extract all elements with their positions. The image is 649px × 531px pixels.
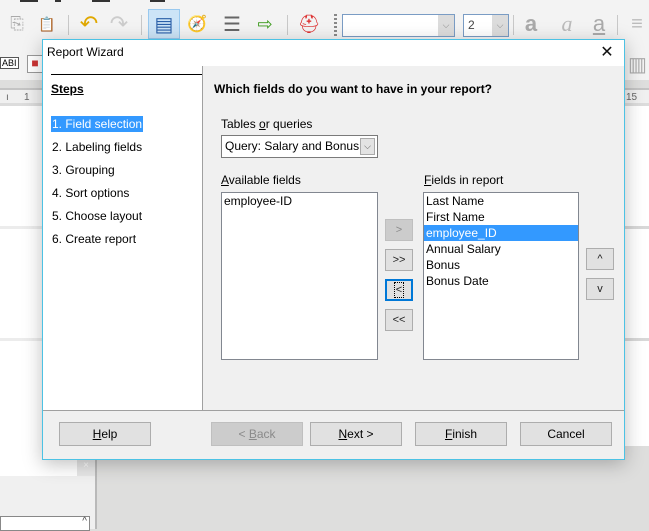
help-button[interactable]: Help (59, 422, 151, 446)
toolbar-separator (617, 15, 618, 35)
italic-icon[interactable]: a (554, 11, 580, 37)
ruler-tick: ı (6, 92, 9, 103)
redo-icon[interactable]: ↷ (106, 11, 132, 37)
step-field-selection[interactable]: 1. Field selection (51, 116, 144, 132)
available-fields-label: Available fields (221, 173, 301, 187)
label-text: ields in report (431, 173, 504, 187)
report-wizard-dialog: Report Wizard ✕ Steps 1. Field selection… (42, 39, 625, 460)
steps-divider (51, 74, 202, 75)
bold-icon[interactable]: a (518, 11, 544, 37)
button-mnemonic: F (444, 427, 453, 441)
close-icon[interactable]: ✕ (596, 43, 618, 63)
button-mnemonic: H (92, 427, 102, 441)
toolbar-separator (513, 15, 514, 35)
move-up-button[interactable]: ^ (586, 248, 614, 270)
toolbar-separator (287, 15, 288, 35)
chart-icon[interactable]: ▥ (628, 52, 647, 77)
align-icon[interactable]: ≡ (624, 11, 649, 37)
toolbar-separator (68, 15, 69, 35)
footer-divider (43, 410, 624, 411)
button-label: inish (452, 427, 478, 441)
page-break (624, 338, 649, 341)
form-icon[interactable]: ☰ (219, 11, 245, 37)
list-item-selected[interactable]: employee_ID (424, 225, 578, 241)
move-down-button[interactable]: v (586, 278, 614, 300)
toolbar-grip[interactable] (334, 14, 337, 36)
menu-underline (92, 0, 110, 2)
label-text: r queries (265, 117, 313, 131)
form-control-icon[interactable]: ■ (27, 55, 43, 73)
menu-underline (150, 0, 165, 2)
button-label: ext > (347, 427, 374, 441)
button-mnemonic: B (248, 427, 257, 441)
help-lifebuoy-icon[interactable]: ⛑ (296, 11, 322, 37)
label-text: Tables (221, 117, 260, 131)
list-item[interactable]: employee-ID (222, 193, 377, 209)
add-all-fields-button[interactable]: >> (385, 249, 413, 271)
document-page-right (624, 106, 649, 446)
list-item[interactable]: Bonus Date (424, 273, 578, 289)
underline-icon[interactable]: a (586, 11, 612, 37)
ruler-label: 15 (626, 92, 638, 103)
steps-panel: Steps 1. Field selection 2. Labeling fie… (43, 66, 203, 411)
fields-in-report-list[interactable]: Last Name First Name employee_ID Annual … (423, 192, 579, 360)
steps-title: Steps (51, 82, 84, 96)
next-button[interactable]: Next > (310, 422, 402, 446)
step-create-report[interactable]: 6. Create report (51, 231, 137, 247)
copy-icon[interactable]: ⎘ (4, 11, 30, 37)
step-sort-options[interactable]: 4. Sort options (51, 185, 130, 201)
import-icon[interactable]: ⇨ (252, 11, 278, 37)
undo-icon[interactable]: ↶ (76, 11, 102, 37)
available-fields-list[interactable]: employee-ID (221, 192, 378, 360)
list-item[interactable]: First Name (424, 209, 578, 225)
step-grouping[interactable]: 3. Grouping (51, 162, 116, 178)
list-item[interactable]: Annual Salary (424, 241, 578, 257)
chevron-down-icon[interactable]: ⌵ (492, 15, 508, 36)
app-toolbar: ⎘ 📋 ↶ ↷ ▤ 🧭 ☰ ⇨ ⛑ ⌵ 2 ⌵ a a a ≡ (0, 0, 649, 40)
page-break (624, 226, 649, 229)
list-item[interactable]: Bonus (424, 257, 578, 273)
ruler-label: 1 (24, 92, 30, 103)
page-heading: Which fields do you want to have in your… (214, 82, 493, 96)
cancel-button[interactable]: Cancel (520, 422, 612, 446)
finish-button[interactable]: Finish (415, 422, 507, 446)
tables-or-queries-select[interactable]: Query: Salary and Bonus ⌵ (221, 135, 378, 158)
label-mnemonic: A (221, 173, 229, 187)
menu-underline (20, 0, 38, 2)
step-choose-layout[interactable]: 5. Choose layout (51, 208, 143, 224)
back-button[interactable]: < Back (211, 422, 303, 446)
navigator-icon[interactable]: 🧭 (184, 11, 210, 37)
paste-icon[interactable]: 📋 (34, 11, 60, 37)
add-field-button[interactable]: > (385, 219, 413, 241)
label-text: vailable fields (228, 173, 301, 187)
button-label: ack (256, 427, 276, 441)
text-field-control[interactable]: ABI (0, 57, 19, 69)
menu-underline (55, 0, 61, 2)
dialog-titlebar[interactable]: Report Wizard ✕ (43, 40, 624, 66)
fields-in-report-label: Fields in report (424, 173, 503, 187)
button-label: elp (101, 427, 118, 441)
list-item[interactable]: Last Name (424, 193, 578, 209)
chevron-down-icon[interactable]: ⌵ (438, 15, 454, 36)
button-mnemonic: N (338, 427, 348, 441)
label-mnemonic: o (259, 117, 266, 131)
button-label: < (238, 427, 249, 441)
remove-all-fields-button[interactable]: << (385, 309, 413, 331)
panel-divider (202, 66, 203, 411)
dialog-title: Report Wizard (47, 45, 124, 59)
chevron-down-icon[interactable]: ⌵ (360, 138, 375, 155)
font-size-combo[interactable]: 2 ⌵ (463, 14, 509, 37)
remove-field-label: < (393, 282, 405, 298)
scroll-up-icon[interactable]: ^ (82, 516, 87, 527)
font-size-value: 2 (468, 18, 475, 32)
toolbar-separator (141, 15, 142, 35)
tables-label: Tables or queries (221, 117, 312, 131)
tables-select-value: Query: Salary and Bonus (225, 139, 360, 153)
step-labeling-fields[interactable]: 2. Labeling fields (51, 139, 143, 155)
font-name-combo[interactable]: ⌵ (342, 14, 455, 37)
table-icon[interactable]: ▤ (148, 9, 180, 39)
remove-field-button[interactable]: < (385, 279, 413, 301)
